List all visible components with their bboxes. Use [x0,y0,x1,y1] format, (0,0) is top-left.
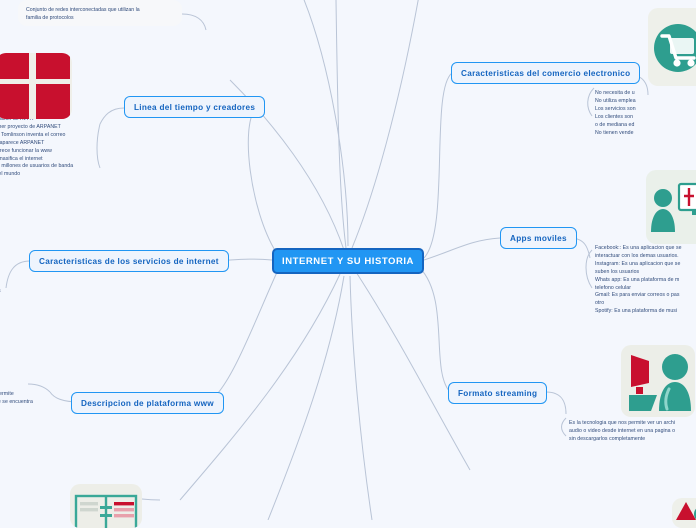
bottom-right-partial-image [672,498,696,528]
flag-squares-image [0,53,72,119]
central-node[interactable]: INTERNET Y SU HISTORIA [272,248,424,274]
note-linea-tiempo: reacion de AVPA rimer proyecto de ARPANE… [0,116,74,178]
branch-node-apps[interactable]: Apps moviles [500,227,577,249]
note-servicios-left: s [0,288,28,296]
mindmap-canvas: INTERNET Y SU HISTORIA Caracteristicas d… [0,0,696,528]
streaming-monitor-person-image [621,345,695,417]
note-streaming: Es la tecnologia que nos permite ver un … [569,420,676,442]
branch-node-www[interactable]: Descripcion de plataforma www [71,392,224,414]
note-apps: Facebook:: Es una aplicacion que se inte… [595,245,682,315]
branch-node-servicios[interactable]: Caracteristicas de los servicios de inte… [29,250,229,272]
note-comercio: No necesita de u No utiliza emplea Los s… [595,90,636,136]
branch-node-comercio[interactable]: Caracteristicas del comercio electronico [451,62,641,84]
note-definicion: Conjunto de redes interconectadas que ut… [18,0,182,26]
note-www-left: s permite que se encuentra [0,391,33,405]
ecommerce-cart-image [648,8,696,86]
branch-node-linea-tiempo[interactable]: Linea del tiempo y creadores [124,96,266,118]
branch-node-streaming[interactable]: Formato streaming [448,382,548,404]
apps-person-screen-image [646,170,696,244]
www-document-image [70,484,142,528]
